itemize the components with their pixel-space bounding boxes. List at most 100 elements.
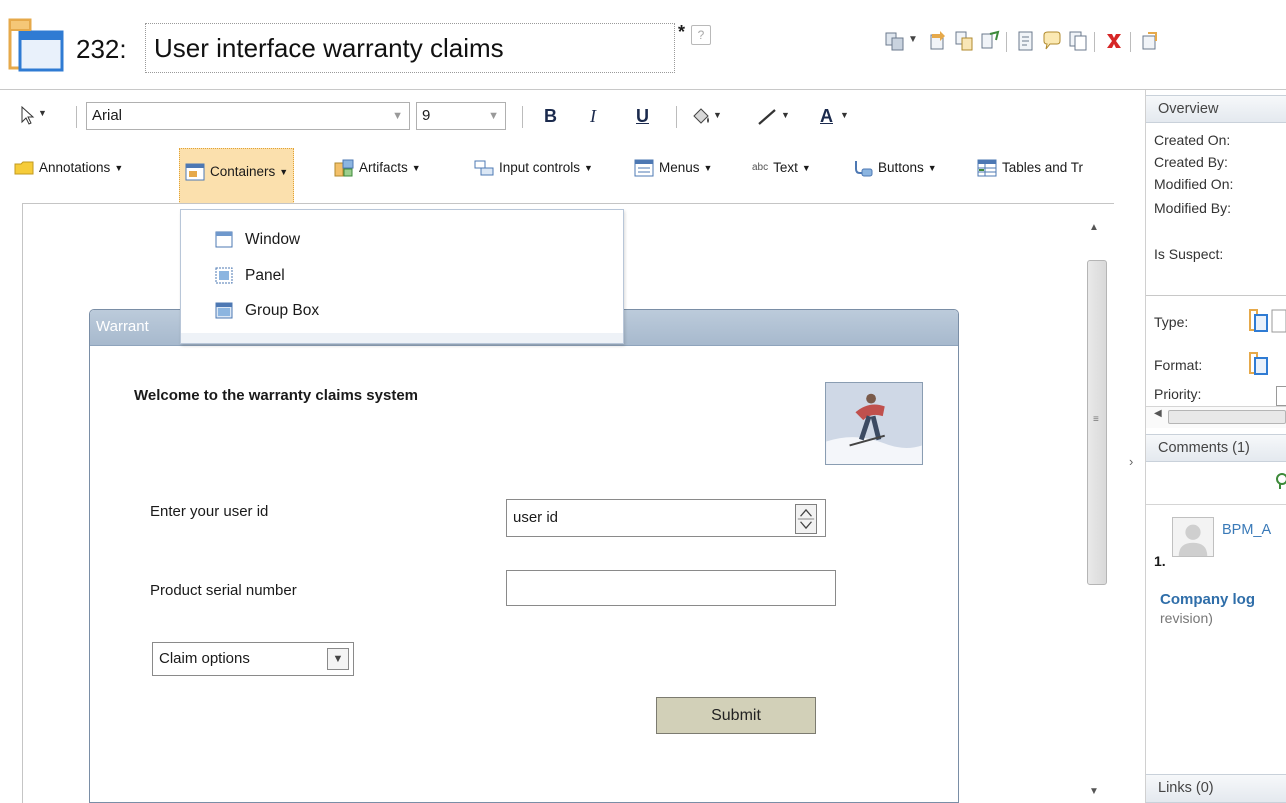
type-label: Type:	[1154, 314, 1189, 330]
delete-icon[interactable]	[1104, 30, 1124, 52]
palette-containers[interactable]: Containers ▼	[179, 148, 295, 206]
palette-annotations-label: Annotations	[39, 160, 111, 175]
font-size-combo[interactable]: 9 ▼	[416, 102, 506, 130]
palette-input-controls-label: Input controls	[499, 160, 581, 175]
palette-input-controls[interactable]: Input controls ▼	[474, 154, 593, 182]
palette-artifacts[interactable]: Artifacts ▼	[334, 154, 421, 182]
containers-icon	[185, 163, 205, 181]
formatting-toolbar: ▼ Arial ▼ 9 ▼ B I U ▼ ▼ A ▼	[0, 102, 1120, 138]
underline-button[interactable]: U	[636, 102, 649, 130]
comment-icon[interactable]	[1042, 30, 1062, 52]
font-color-dropdown-icon[interactable]: ▼	[840, 110, 849, 120]
group-box-icon	[215, 302, 233, 319]
containers-dropdown-menu: Window Panel Group Box	[180, 209, 624, 344]
more-actions-icon[interactable]	[1140, 30, 1160, 52]
fill-color-dropdown-icon[interactable]: ▼	[713, 110, 722, 120]
claim-options-select[interactable]: Claim options ▼	[152, 642, 354, 676]
claim-options-value: Claim options	[159, 650, 250, 667]
menu-item-panel[interactable]: Panel	[215, 261, 285, 291]
spinner-arrows-icon[interactable]	[795, 504, 817, 534]
font-color-button[interactable]: A	[820, 102, 833, 130]
line-style-icon[interactable]	[756, 106, 778, 128]
buttons-icon	[855, 161, 873, 177]
links-section-header[interactable]: Links (0)	[1146, 774, 1286, 803]
line-style-dropdown-icon[interactable]: ▼	[781, 110, 790, 120]
created-by-label: Created By:	[1154, 154, 1228, 170]
tables-icon	[977, 159, 997, 177]
palette-tables-label: Tables and Tr	[1002, 160, 1084, 175]
link-artifact-icon[interactable]	[980, 30, 1000, 52]
menu-item-window[interactable]: Window	[215, 225, 301, 255]
userid-spinner-field[interactable]: user id	[506, 499, 826, 537]
menu-item-window-label: Window	[245, 231, 301, 248]
type-sketch-icon[interactable]	[1248, 308, 1286, 334]
italic-button[interactable]: I	[590, 102, 596, 130]
priority-field[interactable]	[1276, 386, 1286, 406]
palette-menus[interactable]: Menus ▼	[634, 154, 712, 182]
menu-footer-strip	[181, 333, 623, 343]
palette-annotations[interactable]: Annotations ▼	[14, 154, 123, 182]
artifact-id: 232:	[76, 34, 127, 64]
artifacts-icon	[334, 159, 354, 177]
sidebar-panel: Overview Created On: Created By: Modifie…	[1146, 90, 1286, 803]
ui-sketch-artifact-icon	[8, 18, 64, 72]
comment-author-link[interactable]: BPM_A	[1222, 522, 1271, 538]
input-controls-icon	[474, 160, 494, 176]
chevron-right-icon[interactable]: ›	[1129, 454, 1133, 469]
chevron-down-icon: ▼	[279, 167, 289, 178]
palette-menus-label: Menus	[659, 160, 700, 175]
properties-icon[interactable]	[1016, 30, 1036, 52]
chevron-down-icon: ▼	[927, 163, 937, 174]
font-family-value: Arial	[92, 107, 123, 124]
userid-value: user id	[513, 509, 559, 526]
overview-divider	[1146, 295, 1286, 296]
palette-text-label: Text	[773, 160, 798, 175]
select-pointer-icon[interactable]	[20, 106, 36, 126]
copy-icon[interactable]	[1068, 30, 1088, 52]
palette-buttons[interactable]: Buttons ▼	[853, 154, 937, 182]
scroll-down-icon[interactable]: ▼	[1089, 786, 1099, 797]
menu-item-group-box[interactable]: Group Box	[215, 296, 319, 326]
comment-number: 1.	[1154, 553, 1166, 569]
palette-buttons-label: Buttons	[878, 160, 924, 175]
userid-label: Enter your user id	[150, 503, 269, 520]
scrollbar-thumb[interactable]	[1168, 410, 1286, 424]
replace-icon[interactable]	[928, 30, 948, 52]
font-family-combo[interactable]: Arial ▼	[86, 102, 410, 130]
artifact-title-field[interactable]: User interface warranty claims	[145, 23, 675, 73]
palette-tables-and-trees[interactable]: Tables and Tr	[977, 154, 1083, 182]
serial-number-input[interactable]	[506, 570, 836, 606]
chevron-down-icon[interactable]: ▼	[327, 648, 349, 670]
unsaved-indicator: *	[678, 22, 686, 42]
modified-on-label: Modified On:	[1154, 176, 1234, 192]
view-mode-dropdown-icon[interactable]: ▼	[908, 34, 918, 45]
window-icon	[215, 231, 233, 248]
view-mode-icon[interactable]	[885, 30, 905, 52]
add-comment-icon[interactable]	[1274, 472, 1286, 490]
pointer-dropdown-icon[interactable]: ▼	[38, 108, 47, 118]
bold-button[interactable]: B	[544, 102, 557, 130]
is-suspect-label: Is Suspect:	[1154, 246, 1224, 262]
fill-color-icon[interactable]	[690, 106, 712, 128]
comments-divider	[1146, 504, 1286, 505]
text-icon: abc	[752, 162, 769, 174]
comments-section-header[interactable]: Comments (1)	[1146, 434, 1286, 462]
skier-image[interactable]	[825, 382, 923, 465]
palette-containers-label: Containers	[210, 164, 276, 179]
mockup-window[interactable]: Warrant Welcome to the warranty claims s…	[89, 309, 959, 803]
format-label: Format:	[1154, 357, 1203, 373]
help-icon[interactable]: ?	[691, 25, 711, 45]
serial-number-label: Product serial number	[150, 582, 297, 599]
comment-title-link[interactable]: Company log	[1160, 591, 1255, 608]
submit-button[interactable]: Submit	[656, 697, 816, 734]
annotation-icon	[14, 161, 34, 175]
toolbar-separator	[1094, 32, 1095, 52]
sidebar-splitter[interactable]	[1120, 90, 1146, 803]
avatar	[1172, 517, 1214, 557]
palette-text[interactable]: abc Text ▼	[752, 154, 811, 182]
welcome-heading: Welcome to the warranty claims system	[134, 387, 419, 404]
overview-section-header[interactable]: Overview	[1146, 95, 1286, 123]
duplicate-icon[interactable]	[954, 30, 974, 52]
scroll-left-icon[interactable]: ◀	[1154, 408, 1162, 419]
scroll-up-icon[interactable]: ▲	[1089, 222, 1099, 233]
